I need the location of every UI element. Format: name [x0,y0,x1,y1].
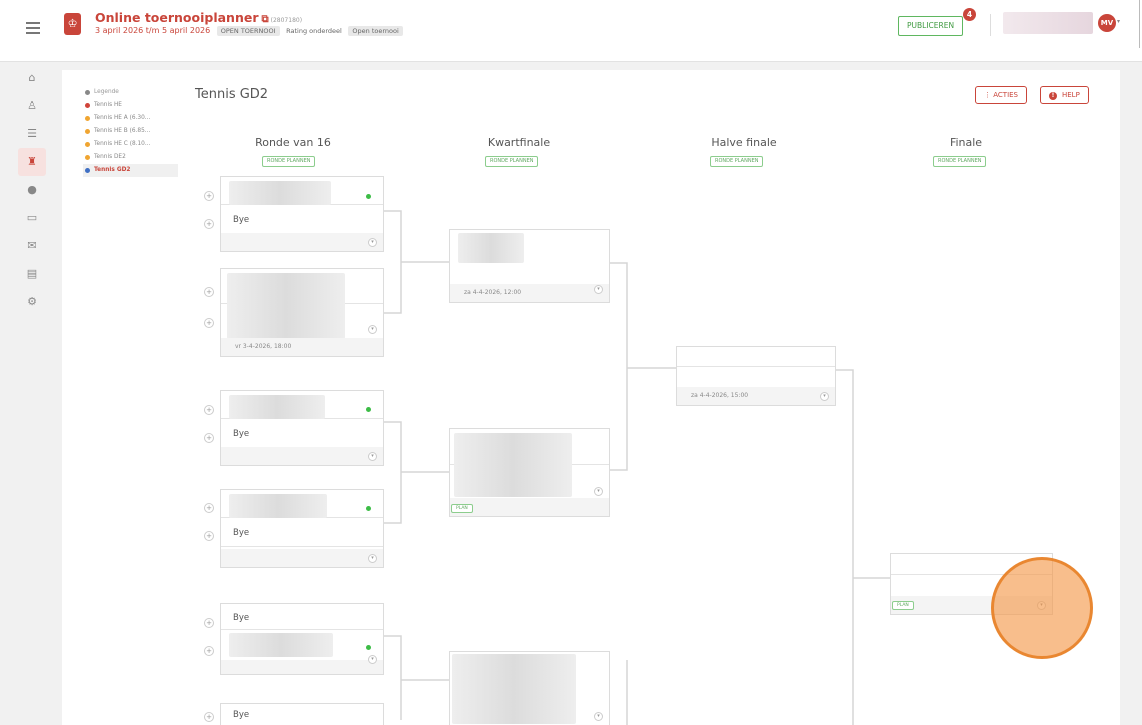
chevron-down-icon[interactable]: ▾ [594,487,603,496]
player-name-blurred [229,395,325,419]
bracket-lines [384,210,890,725]
match-footer [221,447,383,465]
match-footer [221,233,383,251]
player-slot: Bye [221,519,383,547]
match-footer [450,498,609,516]
add-player-icon[interactable]: + [204,433,214,443]
plan-button[interactable]: PLAN [892,601,914,610]
player-slot [221,490,383,518]
add-player-icon[interactable]: + [204,405,214,415]
match-footer: vr 3-4-2026, 18:00 [221,338,383,356]
match-footer: za 4-4-2026, 12:00 [450,284,609,302]
add-player-icon[interactable]: + [204,712,214,722]
player-slot [450,429,609,497]
player-slot: Bye [221,604,383,630]
player-slot [221,391,383,419]
match-card[interactable]: Bye ▾ [220,390,384,466]
player-slot [221,305,383,338]
player-slot: Bye [233,710,250,720]
match-footer: za 4-4-2026, 15:00 [677,387,835,405]
add-player-icon[interactable]: + [204,318,214,328]
player-name-blurred [458,233,524,263]
player-slot [450,652,609,725]
player-slot [450,230,609,286]
player-name-blurred [452,654,576,724]
chevron-down-icon[interactable]: ▾ [368,554,377,563]
add-player-icon[interactable]: + [204,287,214,297]
touch-indicator [991,557,1093,659]
player-name-blurred [229,181,331,205]
chevron-down-icon[interactable]: ▾ [368,238,377,247]
match-card[interactable]: Bye ▾ [220,176,384,252]
add-player-icon[interactable]: + [204,531,214,541]
add-player-icon[interactable]: + [204,191,214,201]
add-player-icon[interactable]: + [204,618,214,628]
player-slot: Bye [221,206,383,234]
player-name-blurred [229,633,333,657]
player-slot [450,466,609,499]
winner-indicator [366,645,371,650]
player-name-blurred [229,494,327,518]
player-slot [677,347,835,367]
winner-indicator [366,506,371,511]
winner-indicator [366,407,371,412]
match-card[interactable]: ▾ [449,428,610,517]
match-card[interactable]: Bye [220,703,384,725]
match-card[interactable]: za 4-4-2026, 15:00 ▾ [676,346,836,406]
match-footer [221,549,383,567]
match-card[interactable]: za 4-4-2026, 12:00 ▾ [449,229,610,303]
player-slot [221,631,383,661]
match-footer [221,660,383,674]
add-player-icon[interactable]: + [204,219,214,229]
chevron-down-icon[interactable]: ▾ [594,712,603,721]
chevron-down-icon[interactable]: ▾ [368,452,377,461]
player-slot [677,368,835,388]
player-slot [221,269,383,339]
plan-button[interactable]: PLAN [451,504,473,513]
chevron-down-icon[interactable]: ▾ [594,285,603,294]
winner-indicator [366,194,371,199]
add-player-icon[interactable]: + [204,503,214,513]
chevron-down-icon[interactable]: ▾ [368,325,377,334]
player-slot [221,177,383,205]
match-card[interactable]: ▾ [449,651,610,725]
add-player-icon[interactable]: + [204,646,214,656]
chevron-down-icon[interactable]: ▾ [368,655,377,664]
chevron-down-icon[interactable]: ▾ [820,392,829,401]
player-slot: Bye [221,420,383,448]
match-card[interactable]: Bye ▾ [220,603,384,675]
match-card[interactable]: Bye ▾ [220,489,384,568]
match-card[interactable]: vr 3-4-2026, 18:00 ▾ [220,268,384,357]
